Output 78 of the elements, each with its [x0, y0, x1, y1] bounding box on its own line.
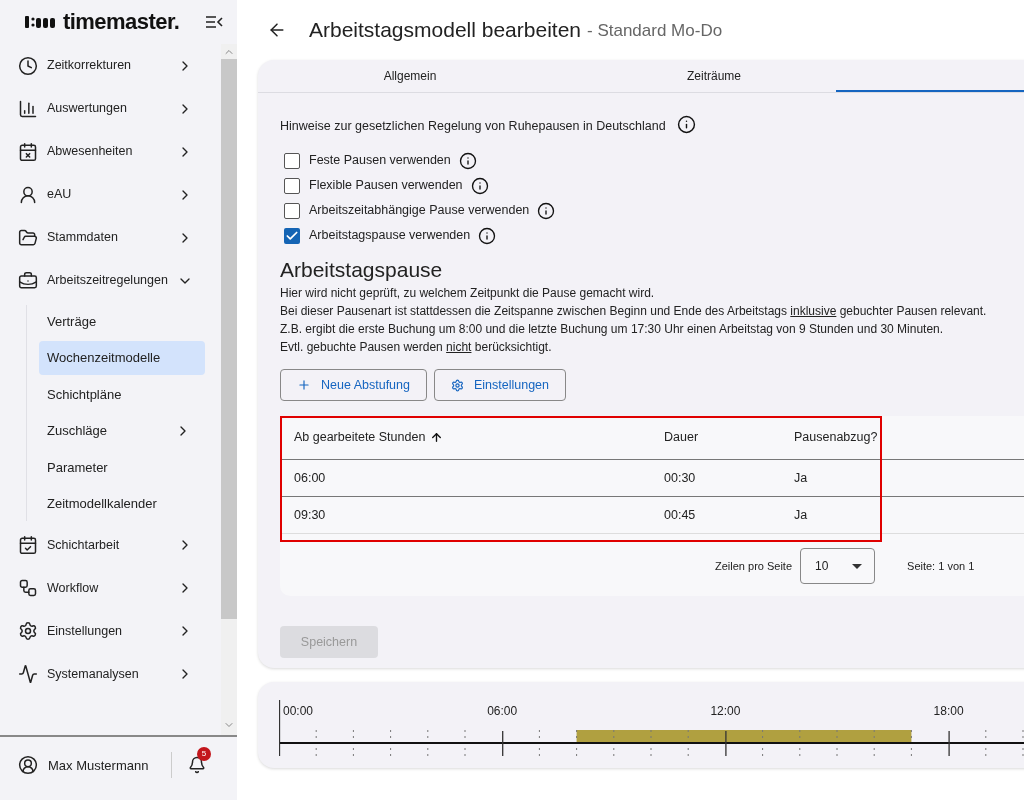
- timeline-label: 18:00: [933, 704, 964, 718]
- table-cell-text: 06:00: [294, 469, 327, 487]
- rows-per-page-select[interactable]: 10: [800, 548, 876, 584]
- menu-collapse-icon[interactable]: [205, 15, 224, 29]
- table-cell-text: Ja: [794, 469, 809, 487]
- sidebar-subitem[interactable]: Schichtpläne: [39, 377, 205, 412]
- timeline-label: 00:00: [283, 704, 314, 718]
- checkbox-label[interactable]: Arbeitstagspause verwenden: [309, 226, 471, 245]
- user-name[interactable]: Max Mustermann: [48, 756, 168, 776]
- logo-icon: [25, 15, 57, 29]
- gear-icon: [450, 378, 464, 392]
- dropdown-caret-icon: [852, 563, 863, 569]
- info-icon[interactable]: [537, 201, 556, 220]
- briefcase-icon: [18, 270, 38, 291]
- notice-text: Hinweise zur gesetzlichen Regelung von Ruhepausen in Deutschland: [280, 118, 666, 136]
- table-cell-text: 00:30: [664, 469, 697, 487]
- checkbox-label[interactable]: Feste Pausen verwenden: [309, 151, 451, 170]
- description-text: Hier wird nicht geprüft, zu welchem Zeitpunkt die Pause gemacht wird.: [280, 285, 656, 302]
- sort-arrow-icon: [430, 431, 444, 444]
- section-title: Arbeitstagspause: [280, 257, 444, 283]
- sidebar-subitem[interactable]: Zuschläge: [39, 414, 205, 448]
- person-icon: [18, 184, 38, 205]
- table-cell-text: 00:45: [664, 506, 697, 524]
- info-icon[interactable]: [478, 226, 497, 245]
- checkbox[interactable]: [284, 202, 300, 219]
- description-text: Bei dieser Pausenart ist stattdessen die Zeitspanne zwischen Beginn und Ende des Arbeitstags inklusive gebuchter Pausen relevant.: [280, 303, 988, 320]
- sidebar-subitem[interactable]: Parameter: [39, 450, 205, 485]
- sidebar-item[interactable]: eAU: [0, 173, 221, 216]
- folder-icon: [18, 227, 38, 248]
- clock-icon: [18, 55, 38, 76]
- sidebar-item[interactable]: Zeitkorrekturen: [0, 44, 221, 87]
- page-subtitle: - Standard Mo-Do: [587, 20, 723, 43]
- timeline-label: 06:00: [487, 704, 518, 718]
- sidebar-item[interactable]: Arbeitszeitregelungen: [0, 259, 221, 302]
- sidebar-item[interactable]: Workflow: [0, 566, 221, 610]
- checkbox[interactable]: [284, 152, 300, 169]
- sidebar-subitem[interactable]: Zeitmodellkalender: [39, 487, 205, 521]
- tab[interactable]: Zeiträume: [562, 60, 866, 92]
- info-icon[interactable]: [470, 176, 489, 195]
- table-cell-text: Ja: [794, 506, 809, 524]
- sidebar-item[interactable]: Systemanalysen: [0, 652, 221, 696]
- notification-bell-icon[interactable]: [188, 756, 206, 774]
- sidebar-item[interactable]: Einstellungen: [0, 609, 221, 653]
- chart-icon: [18, 98, 38, 119]
- checkbox-label[interactable]: Arbeitszeitabhängige Pause verwenden: [309, 201, 530, 220]
- page-info: Seite: 1 von 1: [907, 558, 975, 574]
- settings-icon: [18, 621, 38, 641]
- page-title: Arbeitstagsmodell bearbeiten: [309, 17, 581, 44]
- tab[interactable]: Allgemein: [258, 60, 562, 92]
- column-header[interactable]: Pausenabzug?: [794, 428, 904, 447]
- checkbox[interactable]: [284, 177, 300, 194]
- sidebar-item[interactable]: Schichtarbeit: [0, 523, 221, 567]
- checkbox[interactable]: [284, 227, 300, 244]
- add-button[interactable]: Neue Abstufung: [280, 369, 427, 401]
- table-cell-text: 09:30: [294, 506, 327, 524]
- user-icon: [18, 755, 38, 775]
- sidebar-subitem[interactable]: Wochenzeitmodelle: [39, 341, 205, 375]
- sidebar-subitem[interactable]: Verträge: [39, 304, 205, 339]
- description-text: Evtl. gebuchte Pausen werden nicht berücksichtigt.: [280, 339, 553, 356]
- info-icon[interactable]: [676, 115, 696, 134]
- plus-icon: [297, 378, 311, 392]
- sidebar-item[interactable]: Abwesenheiten: [0, 130, 221, 173]
- info-icon[interactable]: [458, 151, 477, 170]
- logo-text: timemaster.: [63, 11, 180, 33]
- calendar-icon: [18, 141, 38, 162]
- settings-button[interactable]: Einstellungen: [433, 369, 567, 401]
- rows-per-page-label: Zeilen pro Seite: [715, 558, 793, 574]
- chart-line-icon: [18, 664, 38, 684]
- sidebar-item[interactable]: Auswertungen: [0, 87, 221, 130]
- timeline-label: 12:00: [710, 704, 741, 718]
- checkbox-label[interactable]: Flexible Pausen verwenden: [309, 176, 463, 195]
- column-header[interactable]: Dauer: [664, 428, 794, 447]
- workflow-icon: [18, 578, 38, 598]
- sidebar-item[interactable]: Stammdaten: [0, 216, 221, 259]
- description-text: Z.B. ergibt die erste Buchung um 8:00 und die letzte Buchung um 17:30 Uhr einen Arbeitstag von 9 Stunden und 30 Minuten.: [280, 321, 945, 338]
- notification-count: 5: [197, 747, 211, 761]
- column-header[interactable]: Ab gearbeitete Stunden: [294, 428, 664, 447]
- calendar-check-icon: [18, 535, 38, 555]
